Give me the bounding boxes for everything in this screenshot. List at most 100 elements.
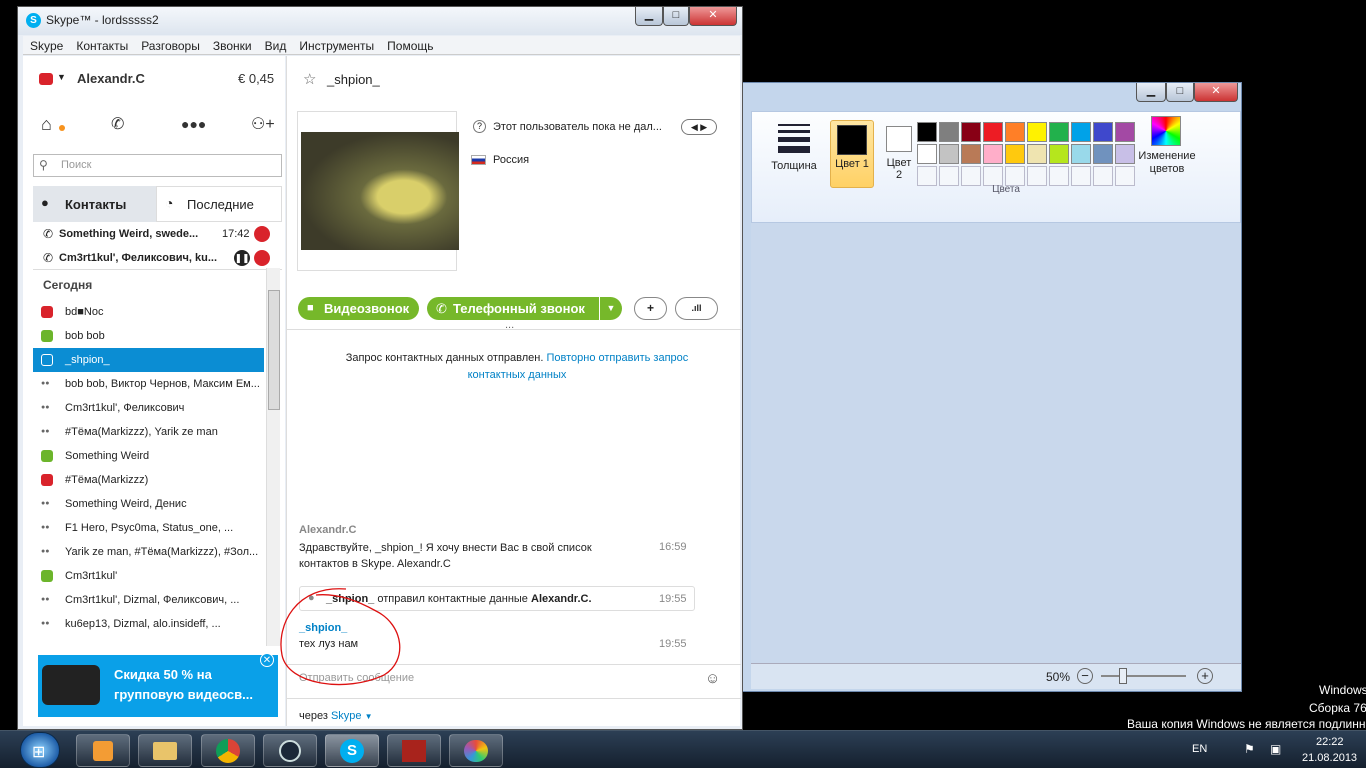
ad-close-icon[interactable]: ✕ xyxy=(260,653,274,667)
palette-swatch[interactable] xyxy=(1093,122,1113,142)
start-button[interactable]: ⊞ xyxy=(20,732,60,768)
phone-icon[interactable]: ✆ xyxy=(111,114,124,134)
palette-swatch[interactable] xyxy=(983,122,1003,142)
video-call-button[interactable]: ■ Видеозвонок xyxy=(298,297,419,320)
menu-contacts[interactable]: Контакты xyxy=(69,36,134,53)
menu-help[interactable]: Помощь xyxy=(380,36,439,53)
taskbar-dota-icon[interactable] xyxy=(387,734,441,767)
close-button[interactable]: ✕ xyxy=(1194,83,1238,102)
recent-item[interactable]: ●● bob bob, Виктор Чернов, Максим Ем... xyxy=(33,372,264,396)
scrollbar-thumb[interactable] xyxy=(268,290,280,410)
skype-minimize-button[interactable]: ▁ xyxy=(635,7,663,26)
call-quality-icon[interactable]: .ıll xyxy=(675,297,718,320)
pause-icon[interactable]: ❚❚ xyxy=(234,250,250,266)
palette-swatch[interactable] xyxy=(1005,122,1025,142)
color1-button[interactable]: Цвет 1 xyxy=(830,120,874,188)
zoom-slider[interactable] xyxy=(1101,675,1186,677)
user-name[interactable]: Alexandr.C xyxy=(77,71,145,86)
group-icon[interactable]: ●●● xyxy=(181,116,206,132)
palette-swatch[interactable] xyxy=(939,122,959,142)
via-link[interactable]: Skype xyxy=(331,710,362,722)
palette-swatch[interactable] xyxy=(1027,122,1047,142)
palette-swatch[interactable] xyxy=(1093,144,1113,164)
recent-item[interactable]: ●● Cm3rt1kul', Dizmal, Феликсович, ... xyxy=(33,588,264,612)
palette-swatch[interactable] xyxy=(1049,122,1069,142)
recent-item[interactable]: Cm3rt1kul' xyxy=(33,564,264,588)
recent-item[interactable]: ●● #Тёма(Markizzz), Yarik ze man xyxy=(33,420,264,444)
phone-call-dropdown-icon[interactable]: ▼ xyxy=(599,297,622,320)
minimize-button[interactable]: ▁ xyxy=(1136,83,1166,102)
taskbar-chrome-icon[interactable] xyxy=(201,734,255,767)
palette-swatch[interactable] xyxy=(983,144,1003,164)
tab-recent[interactable]: ◔ Последние xyxy=(156,186,282,222)
color2-button[interactable]: Цвет 2 xyxy=(878,120,920,188)
palette-swatch[interactable] xyxy=(1115,144,1135,164)
mood-scroll-arrows[interactable]: ◀ ▶ xyxy=(681,119,717,135)
recent-item[interactable]: ●● Yarik ze man, #Тёма(Markizzz), #Зол... xyxy=(33,540,264,564)
menu-conversations[interactable]: Разговоры xyxy=(134,36,206,53)
palette-empty-swatch[interactable] xyxy=(983,166,1003,186)
home-icon[interactable]: ⌂ xyxy=(41,114,52,135)
palette-swatch[interactable] xyxy=(1071,122,1091,142)
palette-swatch[interactable] xyxy=(1005,144,1025,164)
palette-empty-swatch[interactable] xyxy=(1005,166,1025,186)
thickness-button[interactable]: Толщина xyxy=(764,160,824,172)
add-button[interactable]: + xyxy=(634,297,667,320)
menu-tools[interactable]: Инструменты xyxy=(292,36,380,53)
ad-banner[interactable]: Скидка 50 % на групповую видеосв... ✕ xyxy=(38,653,278,717)
via-skype[interactable]: через Skype ▼ xyxy=(299,710,373,722)
clock-date[interactable]: 21.08.2013 xyxy=(1302,752,1357,764)
palette-swatch[interactable] xyxy=(1049,144,1069,164)
skype-close-button[interactable]: ✕ xyxy=(689,7,737,26)
flag-tray-icon[interactable]: ⚑ xyxy=(1244,742,1255,756)
recent-item[interactable]: bob bob xyxy=(33,324,264,348)
recent-item[interactable]: ●● F1 Hero, Psyc0ma, Status_one, ... xyxy=(33,516,264,540)
palette-swatch[interactable] xyxy=(1027,144,1047,164)
favorite-star-icon[interactable]: ☆ xyxy=(303,70,316,88)
network-tray-icon[interactable]: ▣ xyxy=(1270,742,1281,756)
taskbar-paint-icon[interactable] xyxy=(449,734,503,767)
menu-skype[interactable]: Skype xyxy=(23,36,69,53)
recent-item[interactable]: Something Weird xyxy=(33,444,264,468)
paint-canvas-area[interactable] xyxy=(751,223,1241,663)
balance[interactable]: € 0,45 xyxy=(238,71,274,86)
recent-item[interactable]: #Тёма(Markizzz) xyxy=(33,468,264,492)
palette-swatch[interactable] xyxy=(939,144,959,164)
recent-item[interactable]: ●● Something Weird, Денис xyxy=(33,492,264,516)
menu-calls[interactable]: Звонки xyxy=(206,36,258,53)
palette-swatch[interactable] xyxy=(961,122,981,142)
active-call-row[interactable]: ✆ Something Weird, swede... 17:42 xyxy=(33,222,282,246)
palette-swatch[interactable] xyxy=(917,144,937,164)
palette-empty-swatch[interactable] xyxy=(1049,166,1069,186)
palette-swatch[interactable] xyxy=(917,122,937,142)
clock-time[interactable]: 22:22 xyxy=(1316,736,1344,748)
recent-item[interactable]: _shpion_ xyxy=(33,348,264,372)
palette-swatch[interactable] xyxy=(961,144,981,164)
skype-maximize-button[interactable]: □ xyxy=(663,7,689,26)
palette-empty-swatch[interactable] xyxy=(1115,166,1135,186)
taskbar-explorer-icon[interactable] xyxy=(138,734,192,767)
recent-item[interactable]: ●● Cm3rt1kul', Феликсович xyxy=(33,396,264,420)
taskbar-skype-icon[interactable]: S xyxy=(325,734,379,767)
status-icon[interactable] xyxy=(39,73,53,85)
language-indicator[interactable]: EN xyxy=(1192,743,1207,755)
palette-empty-swatch[interactable] xyxy=(1027,166,1047,186)
emoticon-icon[interactable]: ☺ xyxy=(705,670,720,687)
palette-swatch[interactable] xyxy=(1071,144,1091,164)
more-dots[interactable]: ... xyxy=(505,319,514,331)
recent-item[interactable]: ●● ku6ep13, Dizmal, alo.insideff, ... xyxy=(33,612,264,636)
menu-view[interactable]: Вид xyxy=(258,36,293,53)
palette-empty-swatch[interactable] xyxy=(1071,166,1091,186)
tab-contacts[interactable]: ● Контакты xyxy=(33,186,156,222)
palette-empty-swatch[interactable] xyxy=(961,166,981,186)
palette-empty-swatch[interactable] xyxy=(1093,166,1113,186)
edit-colors-button[interactable]: Изменение цветов xyxy=(1134,150,1200,176)
hangup-icon[interactable] xyxy=(254,226,270,242)
search-input[interactable]: ⚲ Поиск xyxy=(33,154,282,177)
recent-item[interactable]: bd■Noc xyxy=(33,300,264,324)
zoom-out-button[interactable]: − xyxy=(1077,668,1093,684)
status-dropdown-icon[interactable]: ▼ xyxy=(57,72,66,82)
add-contact-icon[interactable]: ⚇+ xyxy=(251,114,275,134)
taskbar-media-player-icon[interactable] xyxy=(76,734,130,767)
hangup-icon[interactable] xyxy=(254,250,270,266)
